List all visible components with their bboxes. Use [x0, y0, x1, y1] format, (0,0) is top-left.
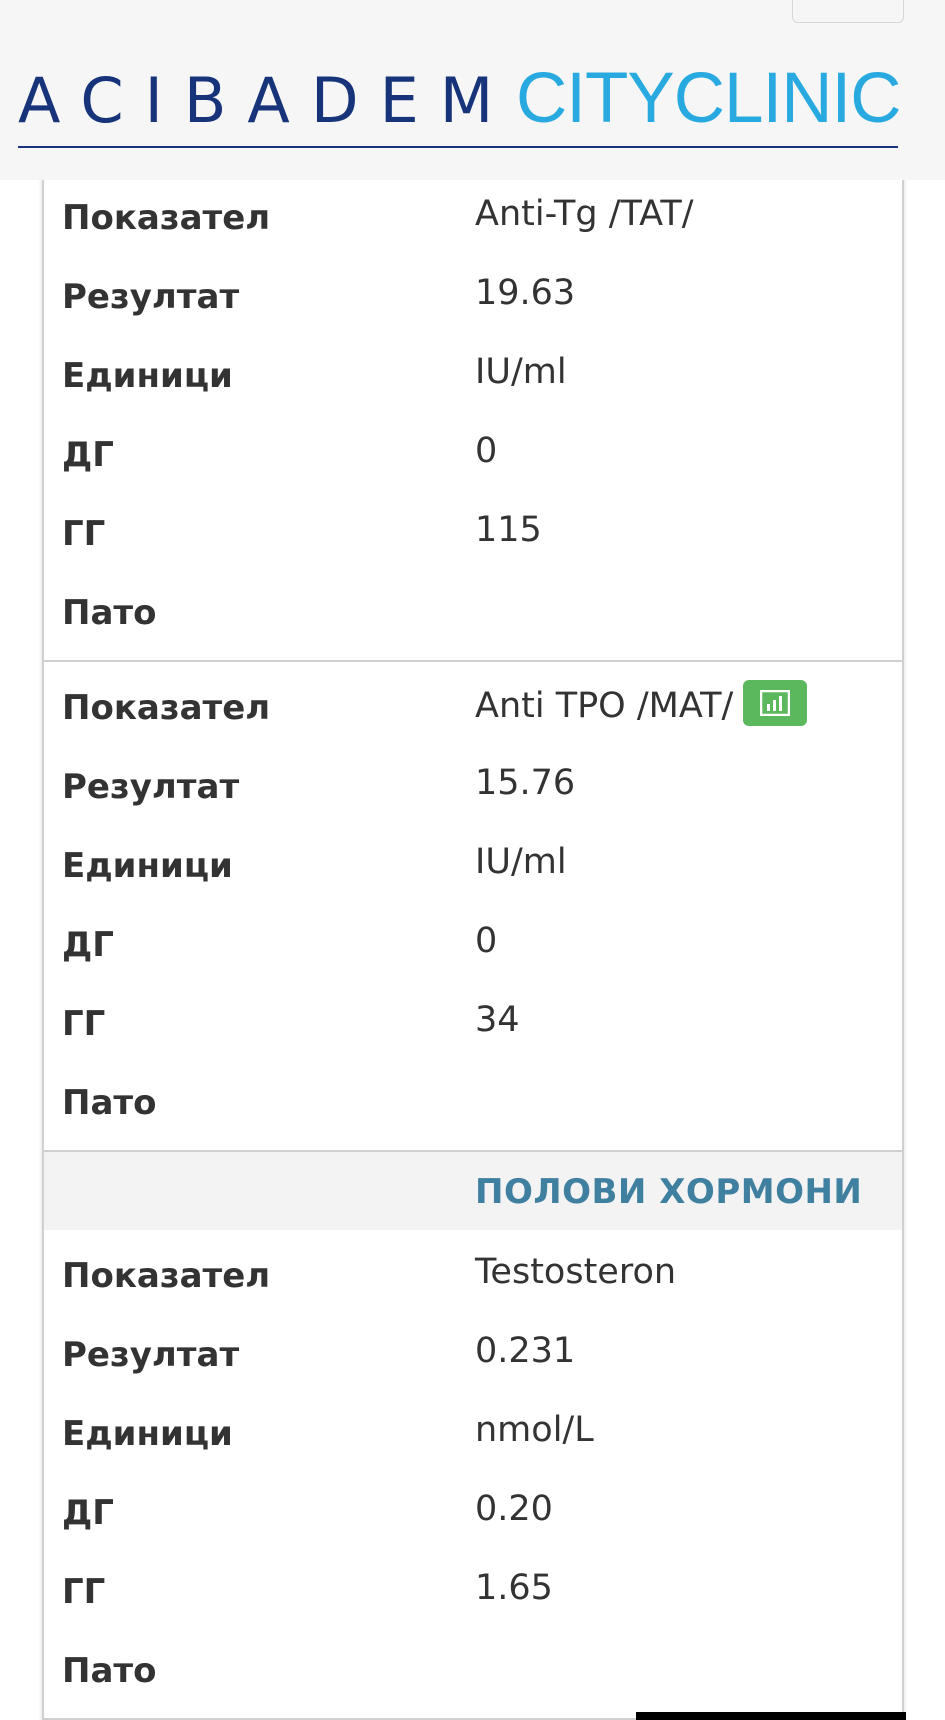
logo-cityclinic-text: CITYCLINIC: [516, 59, 901, 138]
label-indicator: Показател: [62, 198, 271, 238]
value-lower-limit: 0.20: [475, 1489, 553, 1529]
value-indicator: Anti-Tg /TAT/: [475, 194, 694, 234]
row-indicator: Показател Anti TPO /MAT/: [44, 670, 902, 749]
test-block: Показател Anti-Tg /TAT/ Резултат 19.63 Е…: [44, 170, 902, 662]
row-result: Резултат 19.63: [44, 259, 902, 338]
row-upper-limit: ГГ 115: [44, 496, 902, 575]
label-lower-limit: ДГ: [62, 435, 114, 475]
label-patho: Пато: [62, 1651, 157, 1691]
label-indicator: Показател: [62, 688, 271, 728]
test-block: Показател Testosteron Резултат 0.231 Еди…: [44, 1230, 902, 1720]
row-upper-limit: ГГ 1.65: [44, 1554, 902, 1633]
label-result: Резултат: [62, 1335, 240, 1375]
label-indicator: Показател: [62, 1256, 271, 1296]
test-block: Показател Anti TPO /MAT/ Резултат 15.76 …: [44, 662, 902, 1152]
label-patho: Пато: [62, 1083, 157, 1123]
value-result: 15.76: [475, 763, 576, 803]
menu-toggle-button[interactable]: [792, 0, 904, 23]
label-units: Единици: [62, 1414, 233, 1454]
row-lower-limit: ДГ 0: [44, 907, 902, 986]
value-result: 0.231: [475, 1331, 576, 1371]
value-upper-limit: 34: [475, 1000, 520, 1040]
row-patho: Пато: [44, 575, 902, 654]
site-header: ACIBADEM CITYCLINIC: [0, 0, 945, 180]
value-units: IU/ml: [475, 352, 567, 392]
value-units: nmol/L: [475, 1410, 594, 1450]
label-result: Резултат: [62, 277, 240, 317]
label-lower-limit: ДГ: [62, 1493, 114, 1533]
row-units: Единици nmol/L: [44, 1396, 902, 1475]
bottom-bar: [636, 1712, 906, 1720]
section-header: ПОЛОВИ ХОРМОНИ: [44, 1152, 902, 1230]
row-indicator: Показател Anti-Tg /TAT/: [44, 180, 902, 259]
label-lower-limit: ДГ: [62, 925, 114, 965]
logo-acibadem-text: ACIBADEM: [18, 64, 515, 137]
bar-chart-icon: [760, 690, 791, 716]
row-lower-limit: ДГ 0.20: [44, 1475, 902, 1554]
row-patho: Пато: [44, 1065, 902, 1144]
row-result: Резултат 0.231: [44, 1317, 902, 1396]
row-units: Единици IU/ml: [44, 338, 902, 417]
chart-button[interactable]: [743, 680, 808, 726]
value-units: IU/ml: [475, 842, 567, 882]
logo-underline: [18, 146, 898, 148]
label-upper-limit: ГГ: [62, 514, 106, 554]
row-lower-limit: ДГ 0: [44, 417, 902, 496]
value-lower-limit: 0: [475, 921, 498, 961]
value-upper-limit: 115: [475, 510, 542, 550]
row-patho: Пато: [44, 1633, 902, 1712]
row-units: Единици IU/ml: [44, 828, 902, 907]
row-indicator: Показател Testosteron: [44, 1238, 902, 1317]
value-lower-limit: 0: [475, 431, 498, 471]
value-indicator: Anti TPO /MAT/: [475, 686, 734, 726]
acibadem-cityclinic-logo[interactable]: ACIBADEM CITYCLINIC: [18, 59, 901, 152]
label-upper-limit: ГГ: [62, 1572, 106, 1612]
label-patho: Пато: [62, 593, 157, 633]
label-units: Единици: [62, 356, 233, 396]
value-indicator: Testosteron: [475, 1252, 677, 1292]
row-result: Резултат 15.76: [44, 749, 902, 828]
value-result: 19.63: [475, 273, 576, 313]
label-units: Единици: [62, 846, 233, 886]
label-result: Резултат: [62, 767, 240, 807]
value-upper-limit: 1.65: [475, 1568, 553, 1608]
lab-results-card: Показател Anti-Tg /TAT/ Резултат 19.63 Е…: [42, 170, 904, 1720]
label-upper-limit: ГГ: [62, 1004, 106, 1044]
section-title: ПОЛОВИ ХОРМОНИ: [475, 1172, 863, 1212]
row-upper-limit: ГГ 34: [44, 986, 902, 1065]
value-indicator-wrap: Anti TPO /MAT/: [475, 680, 808, 730]
